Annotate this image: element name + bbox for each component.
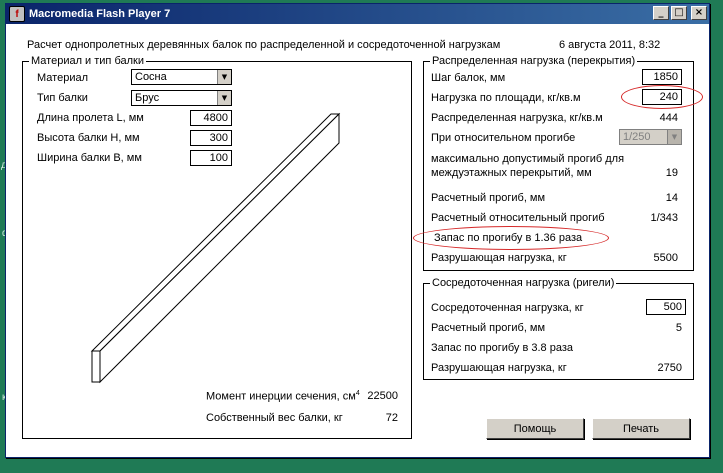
window-titlebar[interactable]: f Macromedia Flash Player 7 _ □ × [6,4,709,24]
point-deflection-value: 5 [675,322,682,334]
calc-rel-deflection-label: Расчетный относительный прогиб [431,212,605,224]
beam-step-input[interactable]: 1850 [642,69,682,85]
beam-diagram [90,112,341,384]
print-button[interactable]: Печать [592,418,690,439]
material-select[interactable]: Сосна ▼ [131,69,232,85]
minimize-button[interactable]: _ [653,6,669,20]
beam-type-label: Тип балки [37,92,88,104]
beam-type-select-value: Брус [135,92,160,104]
max-deflection-value: 19 [665,167,678,179]
rel-deflection-label: При относительном прогибе [431,132,576,144]
page-title: Расчет однопролетных деревянных балок по… [27,39,501,51]
breaking-load-label: Разрушающая нагрузка, кг [431,252,567,264]
chevron-down-icon[interactable]: ▼ [667,130,681,144]
point-load-label: Сосредоточенная нагрузка, кг [431,302,584,314]
weight-label: Собственный вес балки, кг [206,412,343,424]
help-button[interactable]: Помощь [486,418,584,439]
material-group-legend: Материал и тип балки [31,55,144,67]
rel-deflection-select-value: 1/250 [623,131,651,143]
point-breaking-label: Разрушающая нагрузка, кг [431,362,567,374]
max-deflection-label: максимально допустимый прогиб для [431,153,625,165]
flash-player-window: f Macromedia Flash Player 7 _ □ × Расчет… [5,3,710,458]
chevron-down-icon[interactable]: ▼ [217,91,231,105]
chevron-down-icon[interactable]: ▼ [217,70,231,84]
point-load-input[interactable]: 500 [646,299,686,315]
point-breaking-value: 2750 [657,362,682,374]
material-label: Материал [37,72,88,84]
deflection-margin-text: Запас по прогибу в 1.36 раза [434,232,583,244]
maximize-button[interactable]: □ [671,6,687,20]
dist-load-label: Распределенная нагрузка, кг/кв.м [431,112,603,124]
breaking-load-value: 5500 [653,252,678,264]
point-deflection-label: Расчетный прогиб, мм [431,322,546,334]
point-margin-text: Запас по прогибу в 3.8 раза [431,342,574,354]
rel-deflection-select[interactable]: 1/250 ▼ [619,129,682,145]
calc-deflection-label: Расчетный прогиб, мм [431,192,546,204]
calc-deflection-value: 14 [665,192,678,204]
inertia-label: Момент инерции сечения, см4 [206,390,360,403]
flash-icon: f [9,6,25,22]
dist-load-value: 444 [659,112,678,124]
point-load-legend: Сосредоточенная нагрузка (ригели) [432,277,615,289]
beam-step-label: Шаг балок, мм [431,72,506,84]
window-title: Macromedia Flash Player 7 [29,8,171,20]
inertia-value: 22500 [367,390,398,402]
calc-rel-deflection-value: 1/343 [650,212,678,224]
beam-type-select[interactable]: Брус ▼ [131,90,232,106]
max-deflection-label-line2: междуэтажных перекрытий, мм [431,167,592,179]
close-button[interactable]: × [691,6,707,20]
material-select-value: Сосна [135,71,167,83]
date-time: 6 августа 2011, 8:32 [559,39,661,51]
area-load-input[interactable]: 240 [642,89,682,105]
area-load-label: Нагрузка по площади, кг/кв.м [431,92,581,104]
weight-value: 72 [385,412,398,424]
distributed-load-legend: Распределенная нагрузка (перекрытия) [432,55,636,67]
